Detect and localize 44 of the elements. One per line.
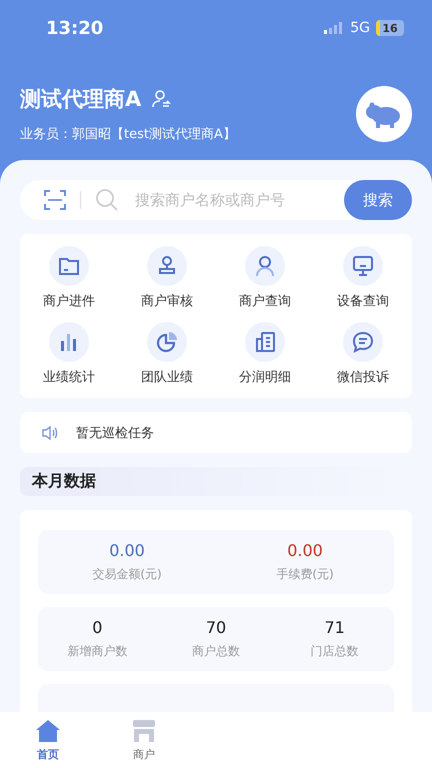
signal-icon [324,22,344,34]
shortcut-label[interactable]: 设备查询 [337,292,389,310]
search-field[interactable]: 搜索商户名称或商户号 搜索 [20,180,412,220]
avatar[interactable] [356,86,412,142]
stat-value: 0.00 [109,541,145,560]
stat-label: 手续费(元) [276,566,334,583]
stat-label: 门店总数 [310,643,359,660]
stat-label: 商户总数 [192,643,240,660]
battery-icon: 16 [376,20,404,36]
folder-icon[interactable] [58,255,80,277]
pie-chart-icon[interactable] [156,331,178,353]
shortcut-label[interactable]: 业绩统计 [43,368,95,386]
speaker-icon [42,426,58,440]
tab[interactable]: 首页 [0,712,96,768]
shortcut-label[interactable]: 商户进件 [43,292,95,310]
store-icon [131,718,157,742]
stamp-icon[interactable] [156,255,178,277]
shortcut-label[interactable]: 团队业绩 [141,368,193,386]
stat-label: 交易金额(元) [92,566,162,583]
network-label: 5G [350,20,370,36]
chat-icon[interactable] [352,331,374,353]
status-time: 13:20 [46,18,104,38]
person-icon[interactable] [254,255,276,277]
notice-text: 暂无巡检任务 [76,424,154,442]
shortcut-label[interactable]: 商户查询 [239,292,291,310]
scan-icon[interactable] [44,190,66,210]
shortcut-label[interactable]: 商户审核 [141,292,193,310]
salesperson-label: 业务员：郭国昭【test测试代理商A】 [20,126,236,143]
stat-value: 71 [324,618,345,637]
home-icon [35,718,61,742]
monitor-icon[interactable] [352,255,374,277]
stat-value: 0 [92,618,102,637]
tab[interactable]: 商户 [96,712,192,768]
shortcut-label[interactable]: 微信投诉 [337,368,389,386]
stat-label: 新增商户数 [67,643,128,660]
document-icon[interactable] [254,331,276,353]
shortcut-label[interactable]: 分润明细 [239,368,291,386]
switch-user-icon[interactable] [151,89,172,109]
search-icon [95,188,119,212]
stat-value: 70 [206,618,226,637]
search-button[interactable]: 搜索 [344,180,412,220]
agent-name: 测试代理商A [20,86,142,113]
section-title: 本月数据 [32,471,96,492]
stat-value: 0.00 [287,541,323,560]
